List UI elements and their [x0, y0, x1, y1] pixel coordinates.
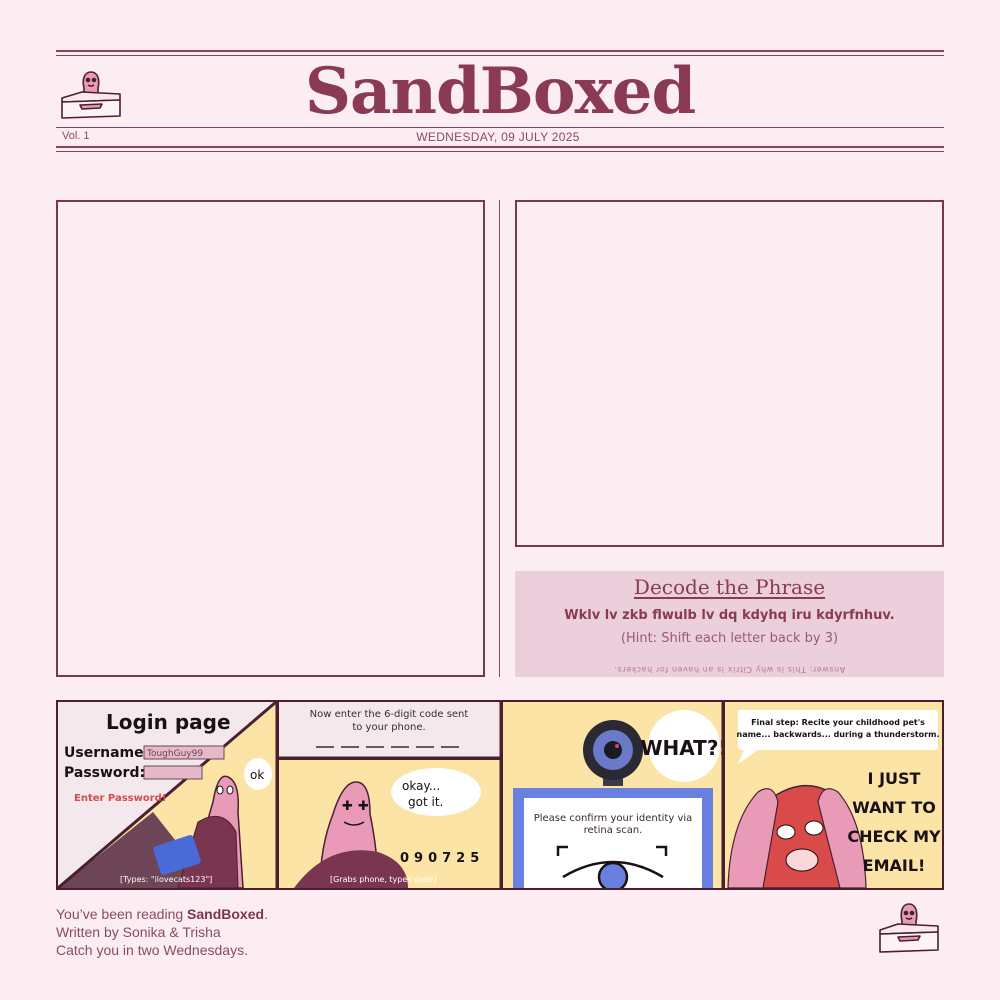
- password-label: Password:: [64, 765, 145, 781]
- comic-panel-login: Login page Username: ToughGuy99 Password…: [58, 702, 277, 888]
- final-step-line2: name... backwards... during a thundersto…: [737, 730, 940, 739]
- login-page-title: Login page: [106, 710, 231, 734]
- final-step-line1: Final step: Recite your childhood pet's: [751, 718, 925, 727]
- shout-line3: CHECK MY: [847, 827, 941, 846]
- shout-line4: EMAIL!: [863, 856, 926, 875]
- comic-panel-final-step: Final step: Recite your childhood pet's …: [725, 702, 942, 888]
- svg-text:✚: ✚: [342, 799, 353, 814]
- caption-types-password: [Types: "ilovecats123"]: [120, 875, 212, 884]
- footer-authors: Written by Sonika & Trisha: [56, 924, 221, 940]
- masthead-title: SandBoxed: [304, 54, 696, 129]
- footer-credits: You’ve been reading SandBoxed. Written b…: [56, 905, 268, 959]
- speech-what: WHAT?!: [640, 736, 727, 760]
- speech-okay: okay...: [402, 779, 440, 793]
- article-panel-left: [56, 200, 485, 677]
- comic-panel-retina: Please confirm your identity via retina …: [503, 702, 728, 888]
- masthead-rule-bottom: [56, 146, 944, 148]
- decode-cipher-text: Wklv lv zkb flwulb lv dq kdyhq iru kdyrf…: [564, 608, 895, 623]
- decode-title: Decode the Phrase: [633, 575, 826, 599]
- comic-panel-2fa: Now enter the 6-digit code sent to your …: [279, 702, 500, 888]
- entered-code: 090725: [400, 851, 484, 866]
- comic-strip: Login page Username: ToughGuy99 Password…: [56, 700, 944, 890]
- masthead-rule-top: [56, 50, 944, 52]
- retina-prompt-line1: Please confirm your identity via: [534, 813, 693, 824]
- issue-date: WEDNESDAY, 09 JULY 2025: [416, 130, 580, 144]
- footer-brand: SandBoxed: [187, 906, 265, 922]
- masthead-rule-bottom-thin: [56, 151, 944, 152]
- caption-grabs-phone: [Grabs phone, types code]: [330, 875, 436, 884]
- speech-ok: ok: [250, 768, 264, 782]
- username-value: ToughGuy99: [146, 749, 203, 759]
- decode-answer-upside-down: Answer: This is why Citrix is an haven f…: [613, 665, 846, 674]
- footer-period: .: [264, 906, 268, 922]
- 2fa-prompt-line2: to your phone.: [352, 722, 425, 733]
- shout-line2: WANT TO: [852, 798, 936, 817]
- article-panel-right: [515, 200, 944, 547]
- decode-puzzle-box: Decode the Phrase Wklv lv zkb flwulb lv …: [515, 571, 944, 677]
- decode-hint: (Hint: Shift each letter back by 3): [620, 631, 839, 646]
- enter-password-warning: Enter Password!: [74, 793, 166, 804]
- 2fa-prompt-line1: Now enter the 6-digit code sent: [310, 709, 469, 720]
- masthead-rule-mid: [56, 127, 944, 128]
- retina-prompt-line2: retina scan.: [584, 825, 643, 836]
- sandbox-worm-footer-logo-icon: [879, 903, 939, 953]
- password-field: [143, 765, 203, 780]
- username-label: Username:: [64, 745, 149, 761]
- footer-line1: You’ve been reading SandBoxed.: [56, 905, 268, 923]
- column-divider: [499, 200, 500, 677]
- speech-got-it: got it.: [408, 795, 443, 809]
- footer-signoff: Catch you in two Wednesdays.: [56, 942, 248, 958]
- footer-reading-text: You’ve been reading: [56, 906, 188, 922]
- shout-line1: I JUST: [868, 769, 921, 788]
- svg-text:✚: ✚: [358, 799, 369, 814]
